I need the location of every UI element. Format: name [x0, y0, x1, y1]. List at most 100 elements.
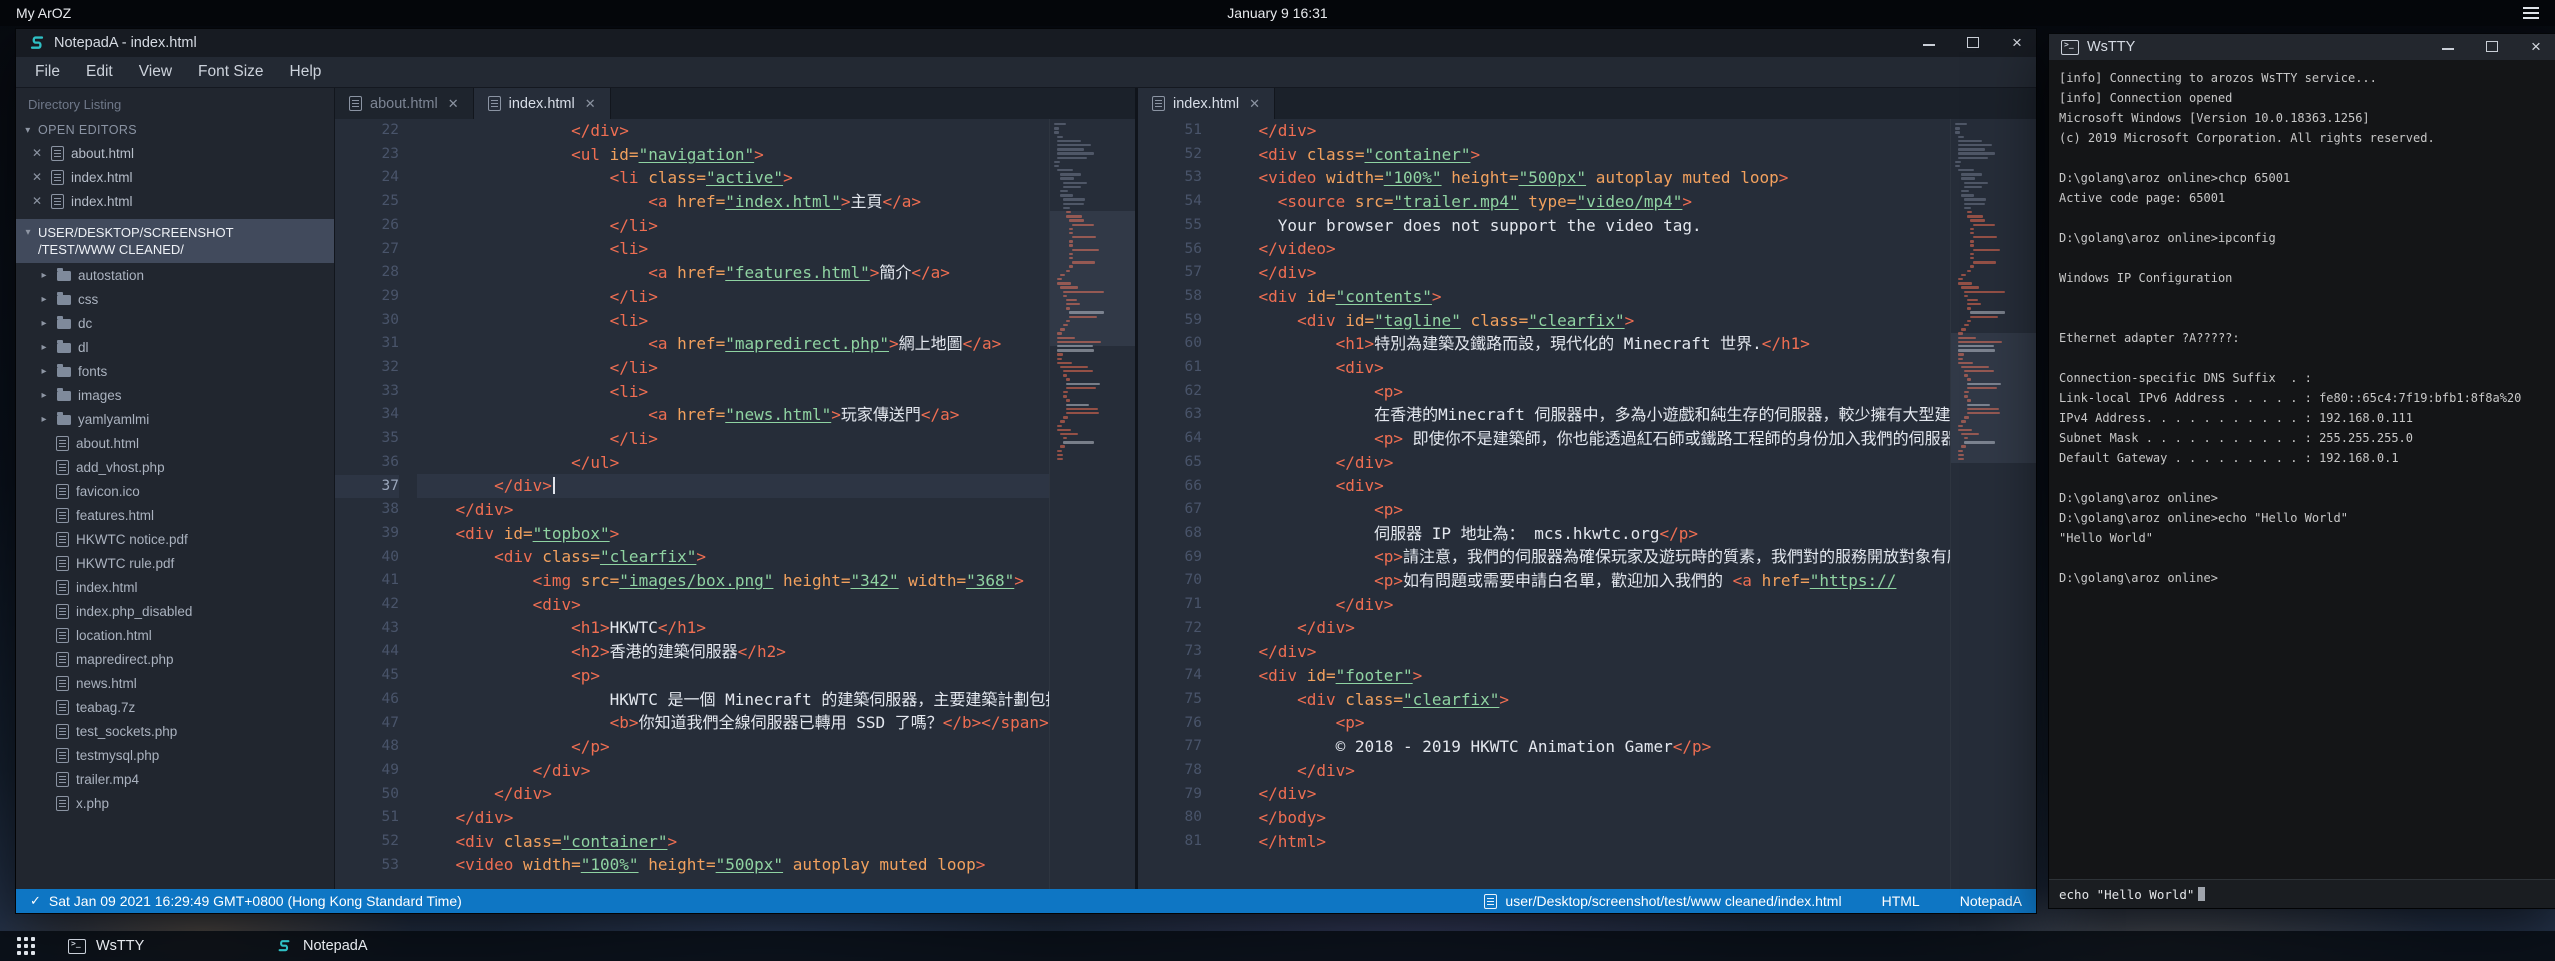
file-row[interactable]: x.php — [16, 791, 334, 815]
minimap-slider[interactable] — [1050, 211, 1135, 345]
file-row[interactable]: index.html — [16, 575, 334, 599]
code-line: </div> — [1220, 261, 1950, 285]
terminal-line — [2059, 308, 2545, 328]
taskbar-item-notepada[interactable]: NotepadA — [259, 931, 466, 961]
code-editor[interactable]: </div> <div class="container"> <video wi… — [1220, 119, 1950, 889]
folder-row[interactable]: ▸dl — [16, 335, 334, 359]
menu-font-size[interactable]: Font Size — [185, 57, 276, 87]
code-line: </div> — [1220, 616, 1950, 640]
line-number: 40 — [335, 546, 399, 570]
status-language[interactable]: HTML — [1882, 893, 1920, 909]
code-line: </div> — [417, 498, 1049, 522]
open-editor-item[interactable]: ✕about.html — [16, 141, 334, 165]
file-name: favicon.ico — [76, 484, 140, 499]
terminal-line: Ethernet adapter ?A?????: — [2059, 328, 2545, 348]
tab-index.html[interactable]: index.html✕ — [1138, 88, 1275, 119]
tab-index.html[interactable]: index.html✕ — [474, 88, 611, 119]
tab-close-icon[interactable]: ✕ — [448, 96, 459, 112]
minimize-button[interactable] — [1922, 36, 1936, 50]
folder-name: autostation — [78, 268, 144, 283]
terminal-line: IPv4 Address. . . . . . . . . . . : 192.… — [2059, 408, 2545, 428]
maximize-button[interactable] — [2485, 40, 2499, 54]
menu-help[interactable]: Help — [277, 57, 335, 87]
folder-row[interactable]: ▸dc — [16, 311, 334, 335]
notepada-titlebar[interactable]: NotepadA - index.html × — [16, 29, 2036, 57]
terminal-output[interactable]: [info] Connecting to arozos WsTTY servic… — [2049, 60, 2555, 879]
folder-row[interactable]: ▸autostation — [16, 263, 334, 287]
file-row[interactable]: teabag.7z — [16, 695, 334, 719]
system-brand[interactable]: My ArOZ — [0, 5, 71, 21]
menu-file[interactable]: File — [22, 57, 73, 87]
tree-root[interactable]: ▾ USER/DESKTOP/SCREENSHOT /TEST/WWW CLEA… — [16, 219, 334, 263]
file-row[interactable]: HKWTC rule.pdf — [16, 551, 334, 575]
status-filepath[interactable]: user/Desktop/screenshot/test/www cleaned… — [1505, 893, 1841, 909]
open-editor-item[interactable]: ✕index.html — [16, 189, 334, 213]
minimize-button[interactable] — [2441, 40, 2455, 54]
file-row[interactable]: location.html — [16, 623, 334, 647]
file-row[interactable]: features.html — [16, 503, 334, 527]
line-number: 36 — [335, 451, 399, 475]
code-line: <p> — [1220, 380, 1950, 404]
terminal-input[interactable]: echo "Hello World" — [2049, 879, 2555, 908]
folder-row[interactable]: ▸fonts — [16, 359, 334, 383]
line-number: 80 — [1138, 806, 1202, 830]
maximize-button[interactable] — [1966, 36, 1980, 50]
file-row[interactable]: HKWTC notice.pdf — [16, 527, 334, 551]
folder-icon — [57, 391, 71, 401]
close-button[interactable]: × — [2010, 36, 2024, 50]
sidebar: Directory Listing ▾ OPEN EDITORS ✕about.… — [16, 88, 335, 889]
tab-close-icon[interactable]: ✕ — [585, 96, 596, 112]
chevron-right-icon: ▸ — [38, 294, 50, 305]
file-row[interactable]: mapredirect.php — [16, 647, 334, 671]
taskbar-item-label: WsTTY — [96, 938, 144, 954]
close-icon[interactable]: ✕ — [30, 194, 44, 208]
code-editor[interactable]: </div> <ul id="navigation"> <li class="a… — [417, 119, 1049, 889]
code-line: </div> — [1220, 593, 1950, 617]
code-line: <li> — [417, 237, 1049, 261]
notepada-logo-icon — [275, 937, 293, 955]
open-editors-header[interactable]: ▾ OPEN EDITORS — [16, 119, 334, 141]
wstty-titlebar[interactable]: WsTTY × — [2049, 34, 2555, 60]
code-line: <li> — [417, 380, 1049, 404]
line-number: 58 — [1138, 285, 1202, 309]
tab-about.html[interactable]: about.html✕ — [335, 88, 474, 119]
file-icon — [56, 628, 69, 643]
file-row[interactable]: about.html — [16, 431, 334, 455]
minimap[interactable] — [1049, 119, 1135, 889]
close-icon[interactable]: ✕ — [30, 146, 44, 160]
editor-split-view: about.html✕index.html✕ 22232425262728293… — [335, 88, 2036, 889]
menu-view[interactable]: View — [126, 57, 185, 87]
code-line: <video width="100%" height="500px" autop… — [1220, 166, 1950, 190]
file-row[interactable]: trailer.mp4 — [16, 767, 334, 791]
file-name: HKWTC rule.pdf — [76, 556, 174, 571]
code-line: <ul id="navigation"> — [417, 143, 1049, 167]
line-number: 26 — [335, 214, 399, 238]
folder-row[interactable]: ▸images — [16, 383, 334, 407]
folder-row[interactable]: ▸yamlyamlmi — [16, 407, 334, 431]
folder-name: dl — [78, 340, 89, 355]
code-line: <div> — [1220, 474, 1950, 498]
folder-row[interactable]: ▸css — [16, 287, 334, 311]
code-line: </video> — [1220, 237, 1950, 261]
file-row[interactable]: news.html — [16, 671, 334, 695]
minimap-slider[interactable] — [1951, 333, 2036, 463]
tab-close-icon[interactable]: ✕ — [1249, 96, 1260, 112]
hamburger-icon[interactable] — [2523, 7, 2555, 19]
line-number: 35 — [335, 427, 399, 451]
menu-edit[interactable]: Edit — [73, 57, 126, 87]
folder-name: dc — [78, 316, 92, 331]
open-editor-item[interactable]: ✕index.html — [16, 165, 334, 189]
file-row[interactable]: favicon.ico — [16, 479, 334, 503]
taskbar-item-wstty[interactable]: WsTTY — [52, 931, 259, 961]
app-launcher-button[interactable] — [0, 931, 52, 961]
file-row[interactable]: test_sockets.php — [16, 719, 334, 743]
file-row[interactable]: add_vhost.php — [16, 455, 334, 479]
file-row[interactable]: testmysql.php — [16, 743, 334, 767]
line-number: 34 — [335, 403, 399, 427]
close-icon[interactable]: ✕ — [30, 170, 44, 184]
close-button[interactable]: × — [2529, 40, 2543, 54]
minimap[interactable] — [1950, 119, 2036, 889]
line-number: 62 — [1138, 380, 1202, 404]
code-line: <p>請注意，我們的伺服器為確保玩家及遊玩時的質素，我們對的服務開放對象有所限制 — [1220, 545, 1950, 569]
file-row[interactable]: index.php_disabled — [16, 599, 334, 623]
